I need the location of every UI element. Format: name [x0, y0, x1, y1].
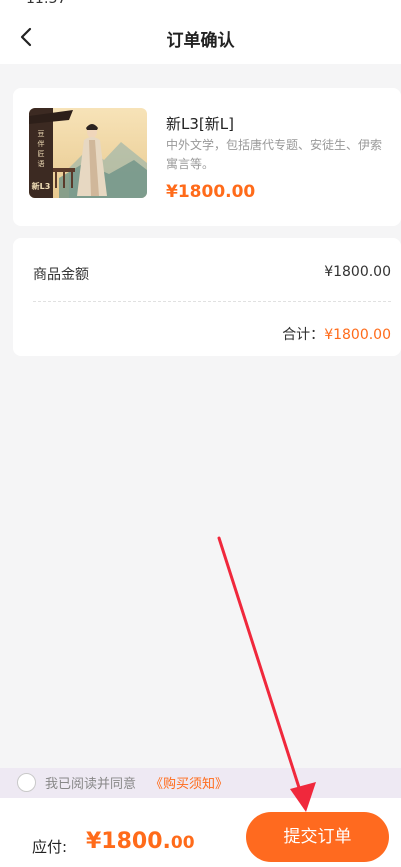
svg-text:伴: 伴 — [38, 139, 45, 148]
bottom-bar: 应付: ¥1800.00 提交订单 — [0, 798, 401, 867]
payable-amount-decimal: 00 — [170, 833, 195, 853]
goods-amount-label: 商品金额 — [33, 267, 89, 283]
divider — [33, 301, 391, 302]
svg-text:语: 语 — [38, 159, 45, 168]
product-thumbnail: 豆 伴 匠 语 新L3 — [29, 108, 147, 198]
product-title: 新L3[新L] — [166, 115, 234, 133]
goods-amount-value: ¥1800.00 — [324, 264, 391, 280]
radio-unchecked-icon[interactable] — [17, 773, 36, 792]
page-title: 订单确认 — [166, 31, 235, 51]
total: 合计：¥1800.00 — [282, 324, 391, 344]
product-description: 中外文学，包括唐代专题、安徒生、伊索寓言等。 — [166, 138, 383, 171]
agreement-text: 我已阅读并同意 — [45, 777, 137, 792]
svg-text:匠: 匠 — [38, 150, 45, 158]
total-label: 合计： — [282, 327, 325, 343]
purchase-terms-link[interactable]: 《购买须知》 — [150, 773, 228, 792]
payable-amount: ¥1800.00 — [86, 829, 195, 854]
nav-bar: 订单确认 — [0, 12, 401, 64]
status-time: 11:37 — [26, 0, 66, 7]
product-card[interactable]: 豆 伴 匠 语 新L3 新L3[新L] 中外文学，包括唐代专题、安徒生、伊索寓言… — [13, 88, 401, 226]
product-price: ¥1800.00 — [166, 182, 256, 202]
payable-label: 应付: — [32, 838, 68, 856]
amount-card: 商品金额 ¥1800.00 合计：¥1800.00 — [13, 238, 401, 356]
status-bar: 11:37 — [0, 0, 401, 12]
agreement-bar: 我已阅读并同意 《购买须知》 — [0, 768, 401, 798]
total-value: ¥1800.00 — [324, 327, 391, 343]
submit-order-button[interactable]: 提交订单 — [246, 812, 389, 862]
thumbnail-label: 新L3 — [32, 181, 51, 191]
payable-amount-main: ¥1800. — [86, 829, 171, 854]
svg-text:豆: 豆 — [38, 130, 45, 138]
